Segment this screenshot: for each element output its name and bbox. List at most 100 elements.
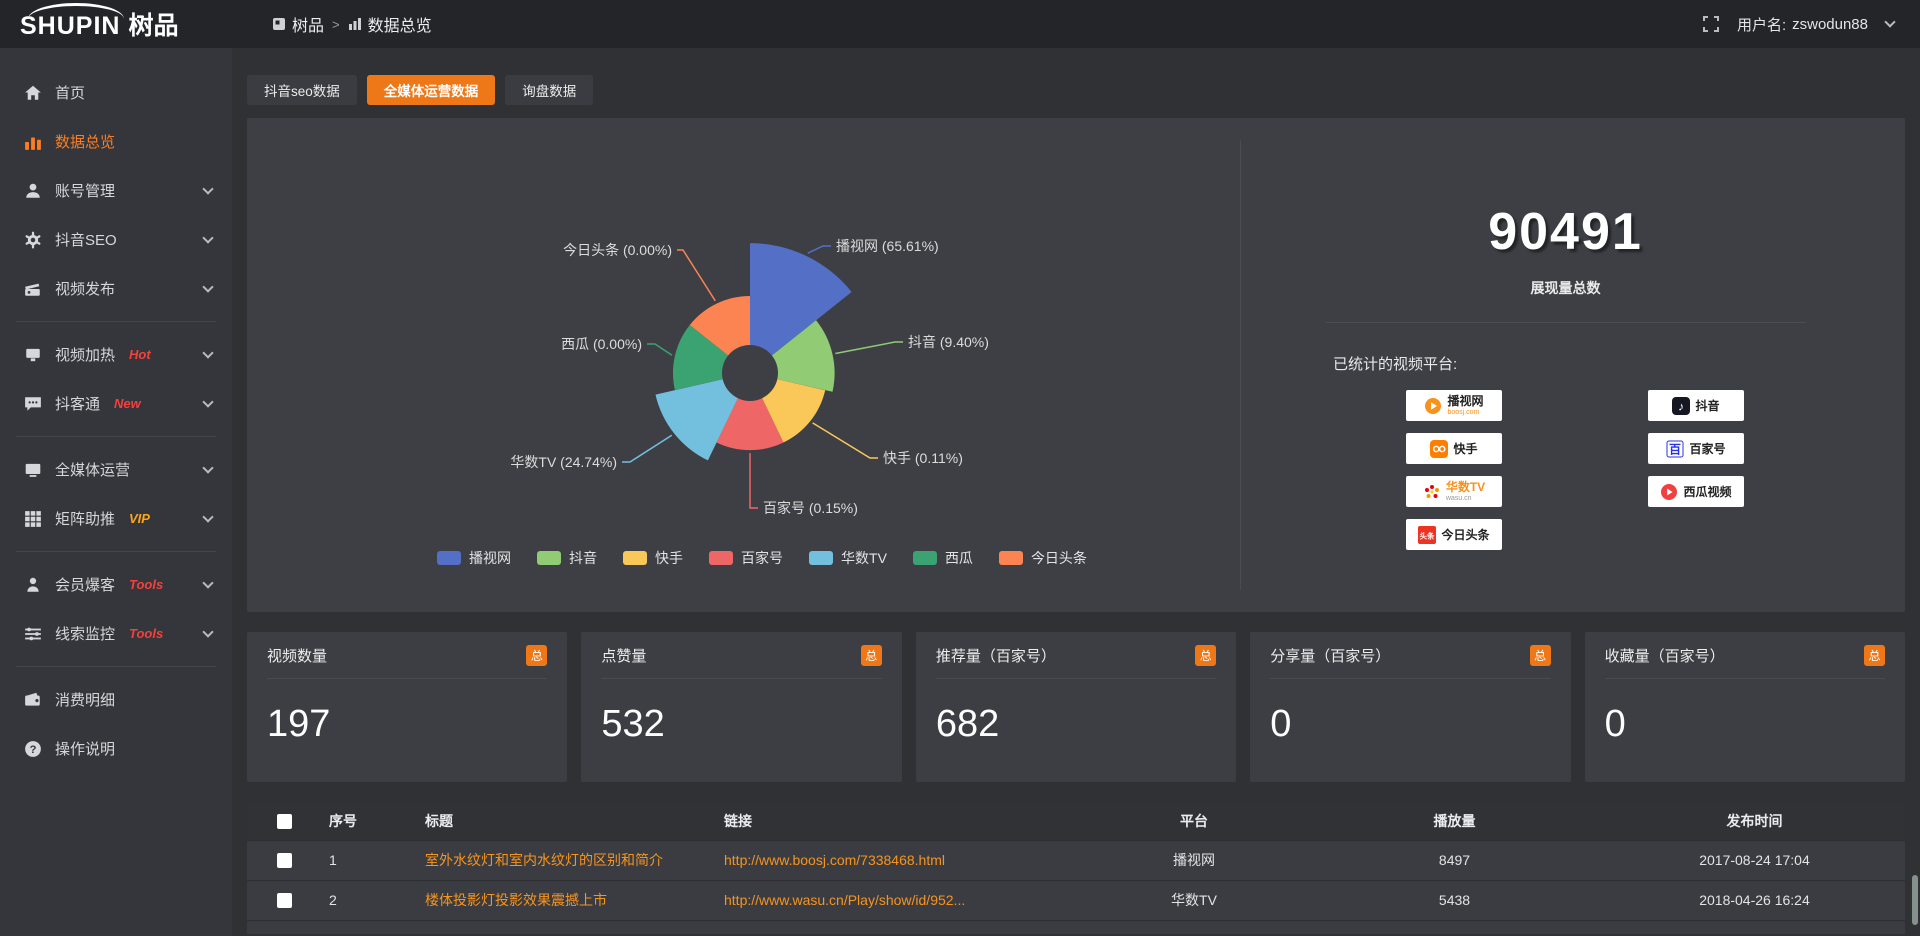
new-badge: New	[114, 396, 141, 411]
tab-omnimedia-data[interactable]: 全媒体运营数据	[367, 75, 496, 105]
cell-url-link[interactable]: http://www.wasu.cn/Play/show/id/952...	[716, 880, 1083, 920]
cell-time: 2017-08-24 17:04	[1604, 840, 1905, 880]
user-icon	[24, 182, 42, 200]
breadcrumb-root[interactable]: 树品	[272, 12, 324, 36]
cell-url-link[interactable]: http://www.boosj.com/7338468.html	[716, 840, 1083, 880]
col-header-title: 标题	[417, 802, 716, 840]
logo-text-cn: 树品	[128, 4, 178, 48]
stat-value: 532	[601, 703, 881, 746]
col-header-index: 序号	[321, 802, 417, 840]
platform-badge-boosj: 播视网boosj.com	[1406, 390, 1502, 421]
xigua-logo-icon	[1660, 483, 1678, 501]
main-content: 抖音seo数据 全媒体运营数据 询盘数据 播视网 (65.61%)抖音 (9.4…	[232, 48, 1920, 936]
cell-title-link[interactable]: 楼体投影灯投影效果震撼上市	[417, 880, 716, 920]
legend-item[interactable]: 华数TV	[809, 548, 887, 568]
platform-badge-toutiao: 头条 今日头条	[1406, 519, 1502, 550]
person-icon	[24, 576, 42, 594]
cell-index: 1	[321, 840, 417, 880]
sidebar: 首页 数据总览 账号管理 抖音SEO 视频发布 视频加热 Hot 抖客通 New…	[0, 48, 232, 936]
tab-douyin-seo-data[interactable]: 抖音seo数据	[247, 75, 357, 105]
sidebar-item-lead-monitor[interactable]: 线索监控 Tools	[0, 609, 232, 658]
legend-item[interactable]: 播视网	[437, 548, 511, 568]
platform-rose-chart[interactable]: 播视网 (65.61%)抖音 (9.40%)快手 (0.11%)百家号 (0.1…	[247, 118, 1277, 588]
monitor-icon	[24, 461, 42, 479]
pie-label-leader-line	[808, 246, 831, 253]
pie-slice-label: 百家号 (0.15%)	[763, 500, 858, 516]
pie-slice-label: 抖音 (9.40%)	[908, 334, 989, 350]
pie-slice-华数TV[interactable]	[656, 379, 738, 460]
tools-badge: Tools	[129, 626, 163, 641]
row-checkbox[interactable]	[277, 893, 292, 908]
douyin-logo-icon: ♪	[1672, 397, 1690, 415]
svg-text:♪: ♪	[1678, 399, 1684, 413]
stat-card-shares: 分享量（百家号）总 0	[1250, 632, 1570, 782]
username-label: 用户名:	[1737, 14, 1786, 35]
sidebar-divider	[16, 666, 216, 667]
fullscreen-icon[interactable]	[1703, 16, 1719, 32]
pie-slice-label: 华数TV (24.74%)	[510, 454, 617, 470]
pie-slice-label: 今日头条 (0.00%)	[563, 242, 672, 258]
row-checkbox[interactable]	[277, 853, 292, 868]
col-header-platform: 平台	[1083, 802, 1305, 840]
platform-badge-douyin: ♪ 抖音	[1648, 390, 1744, 421]
legend-item[interactable]: 抖音	[537, 548, 597, 568]
legend-item[interactable]: 百家号	[709, 548, 783, 568]
stat-value: 682	[936, 703, 1216, 746]
chevron-down-icon	[202, 396, 213, 407]
legend-item[interactable]: 今日头条	[999, 548, 1087, 568]
stat-card-video-count: 视频数量总 197	[247, 632, 567, 782]
grid-small-icon	[272, 17, 286, 31]
pie-slice-label: 西瓜 (0.00%)	[561, 336, 642, 352]
col-header-plays: 播放量	[1305, 802, 1604, 840]
home-icon	[24, 84, 42, 102]
platform-badge-baijiahao: 百 百家号	[1648, 433, 1744, 464]
sidebar-item-douyin-seo[interactable]: 抖音SEO	[0, 215, 232, 264]
username-value[interactable]: zswodun88	[1792, 16, 1868, 33]
sidebar-item-video-publish[interactable]: 视频发布	[0, 264, 232, 313]
tab-inquiry-data[interactable]: 询盘数据	[505, 75, 593, 105]
chevron-down-icon	[202, 626, 213, 637]
sidebar-item-video-heat[interactable]: 视频加热 Hot	[0, 330, 232, 379]
video-heat-icon	[24, 346, 42, 364]
wasu-logo-icon	[1423, 483, 1441, 501]
top-header: SHUPIN 树品 树品 > 数据总览 用户名: zswodun88	[0, 0, 1920, 48]
total-badge: 总	[526, 645, 547, 666]
breadcrumb-current[interactable]: 数据总览	[348, 12, 432, 36]
grid-icon	[24, 510, 42, 528]
sidebar-item-home[interactable]: 首页	[0, 68, 232, 117]
sidebar-item-instructions[interactable]: ? 操作说明	[0, 724, 232, 773]
platform-badge-wasu: 华数TVwasu.cn	[1406, 476, 1502, 507]
chart-legend: 播视网 抖音 快手 百家号 华数TV 西瓜 今日头条	[247, 548, 1277, 568]
sidebar-divider	[16, 321, 216, 322]
chevron-down-icon	[202, 232, 213, 243]
pie-label-leader-line	[677, 250, 715, 301]
chevron-down-icon	[202, 462, 213, 473]
toutiao-logo-icon: 头条	[1418, 526, 1436, 544]
cell-title-link[interactable]: 室外水纹灯和室内水纹灯的区别和简介	[417, 840, 716, 880]
stat-card-likes: 点赞量总 532	[581, 632, 901, 782]
user-menu-chevron-icon[interactable]	[1884, 16, 1895, 27]
cell-platform: 播视网	[1083, 840, 1305, 880]
chat-bubble-icon	[24, 395, 42, 413]
hot-badge: Hot	[129, 347, 151, 362]
cell-plays: 5438	[1305, 880, 1604, 920]
chevron-down-icon	[202, 347, 213, 358]
chevron-down-icon	[202, 281, 213, 292]
pie-label-leader-line	[835, 342, 903, 354]
stat-card-recommendations: 推荐量（百家号）总 682	[916, 632, 1236, 782]
scrollbar-thumb[interactable]	[1912, 875, 1918, 925]
counted-platforms-label: 已统计的视频平台:	[1333, 353, 1890, 374]
sidebar-item-account-management[interactable]: 账号管理	[0, 166, 232, 215]
pie-label-leader-line	[647, 344, 672, 355]
col-header-time: 发布时间	[1604, 802, 1905, 840]
legend-item[interactable]: 西瓜	[913, 548, 973, 568]
sidebar-item-member-baoke[interactable]: 会员爆客 Tools	[0, 560, 232, 609]
total-impressions-value: 90491	[1241, 202, 1890, 262]
sidebar-item-douketong[interactable]: 抖客通 New	[0, 379, 232, 428]
legend-item[interactable]: 快手	[623, 548, 683, 568]
sidebar-item-omnimedia-operation[interactable]: 全媒体运营	[0, 445, 232, 494]
sidebar-item-spending-details[interactable]: 消费明细	[0, 675, 232, 724]
sidebar-item-matrix-boost[interactable]: 矩阵助推 VIP	[0, 494, 232, 543]
select-all-checkbox[interactable]	[277, 814, 292, 829]
sidebar-item-data-overview[interactable]: 数据总览	[0, 117, 232, 166]
